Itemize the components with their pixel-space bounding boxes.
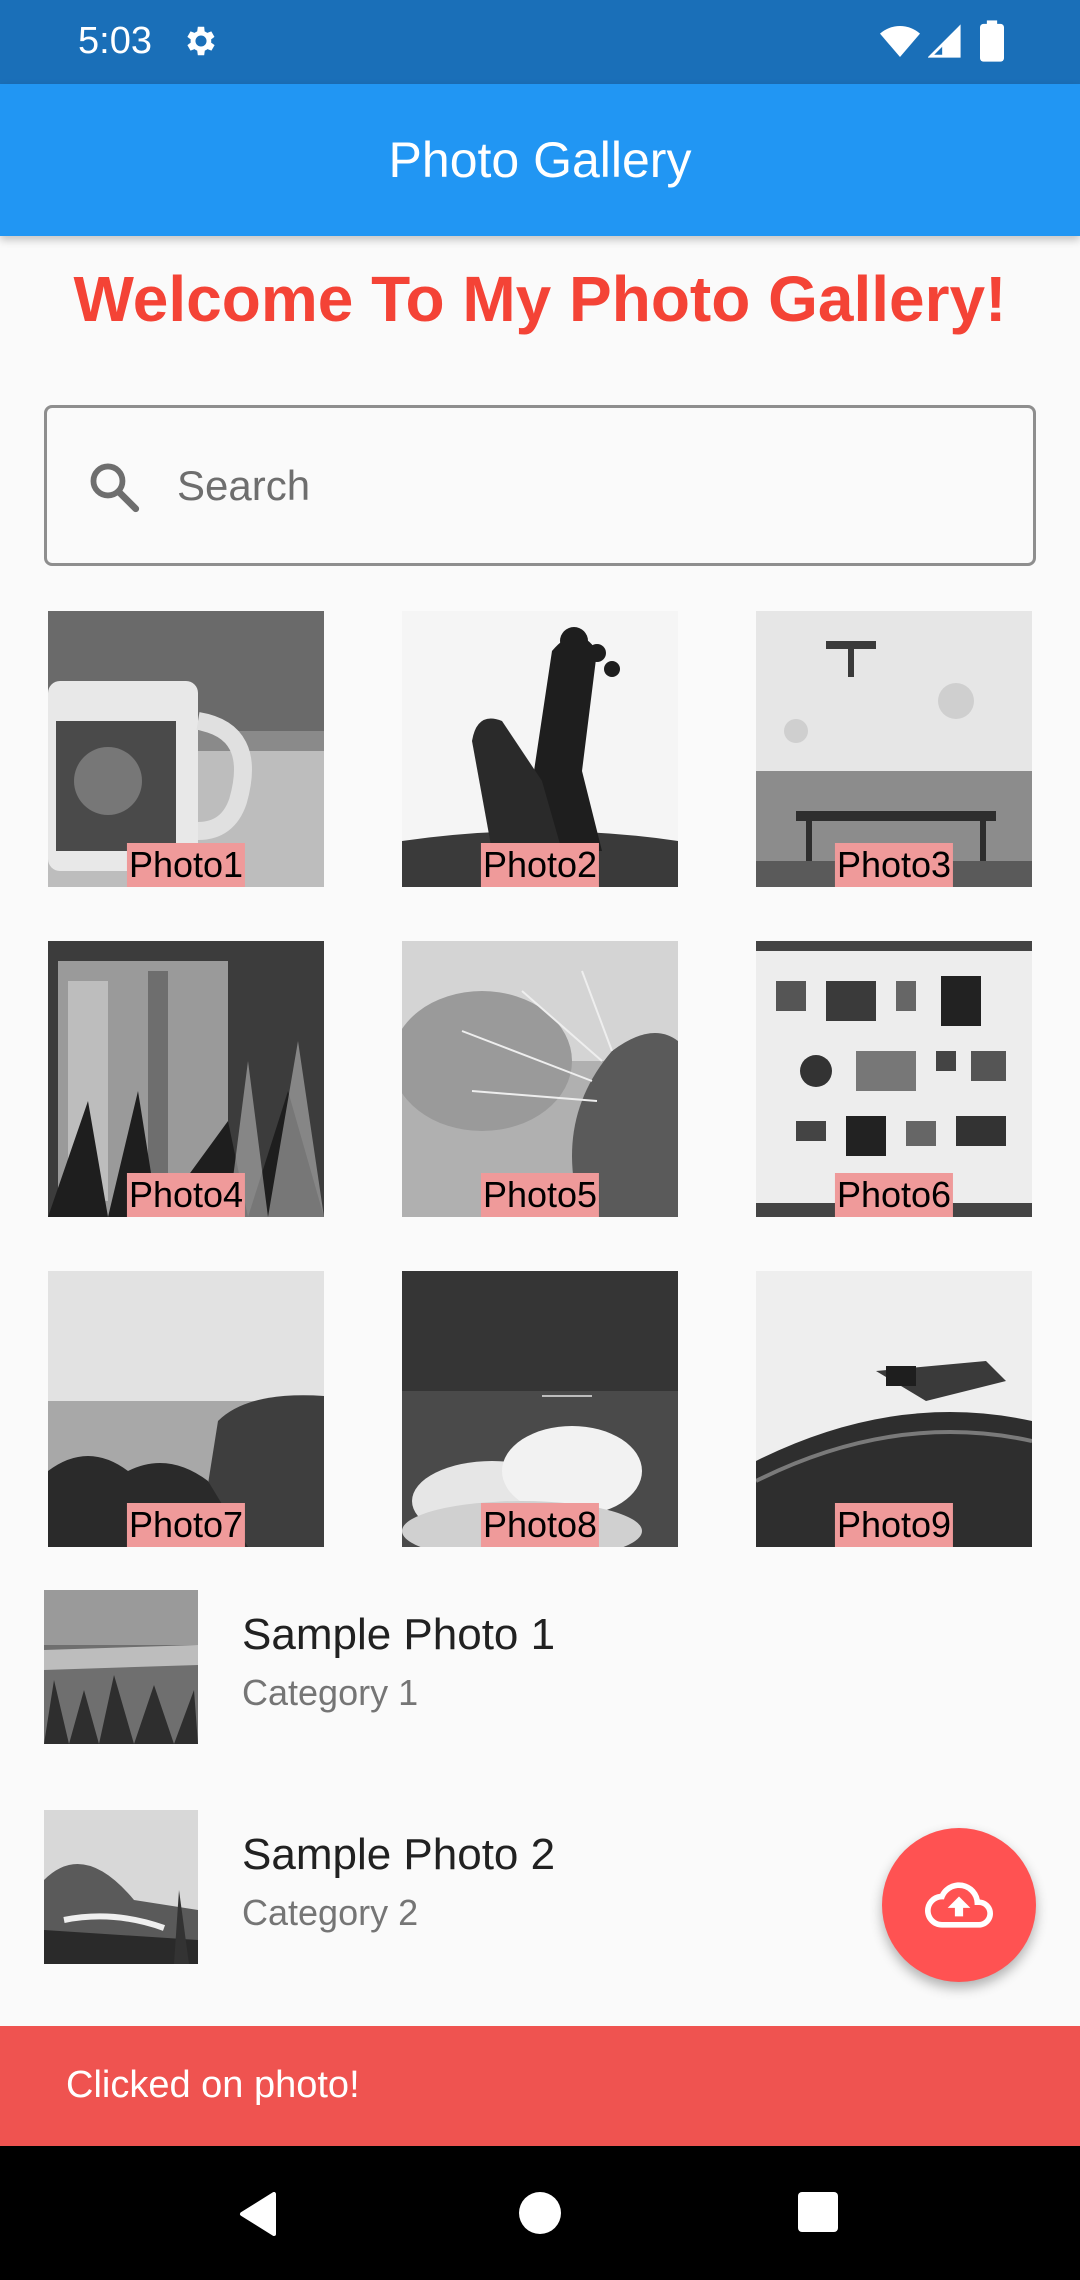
status-bar: 5:03 — [0, 0, 1080, 84]
list-item-subtitle: Category 2 — [242, 1892, 419, 1933]
screen: 5:03 Photo Gallery Welcome To My Photo G… — [0, 0, 1080, 2280]
photo-label: Photo7 — [126, 1503, 246, 1547]
photo-tile-9[interactable]: Photo9 — [756, 1271, 1032, 1547]
gear-icon — [187, 26, 215, 56]
list-item-title: Sample Photo 2 — [242, 1830, 556, 1879]
photo-label: Photo2 — [480, 843, 600, 887]
photo-label: Photo9 — [834, 1503, 954, 1547]
search-box[interactable] — [44, 405, 1036, 566]
photo-tile-4[interactable]: Photo4 — [48, 941, 324, 1217]
list-thumbnail — [44, 1590, 198, 1744]
photo-label: Photo1 — [126, 843, 246, 887]
photo-label: Photo3 — [834, 843, 954, 887]
status-time: 5:03 — [78, 20, 152, 62]
photo-tile-6[interactable]: Photo6 — [756, 941, 1032, 1217]
photo-tile-8[interactable]: Photo8 — [402, 1271, 678, 1547]
wifi-icon — [880, 26, 920, 57]
app-title: Photo Gallery — [388, 132, 692, 188]
list-item[interactable]: Sample Photo 1 Category 1 — [0, 1582, 1080, 1744]
photo-label: Photo4 — [126, 1173, 246, 1217]
welcome-heading: Welcome To My Photo Gallery! — [73, 263, 1007, 335]
upload-fab[interactable] — [882, 1828, 1036, 1982]
navigation-bar — [0, 2146, 1080, 2280]
photo-label: Photo6 — [834, 1173, 954, 1217]
list-item-title: Sample Photo 1 — [242, 1610, 556, 1659]
recents-icon[interactable] — [798, 2192, 838, 2232]
cloud-upload-icon — [925, 1882, 993, 1928]
photo-tile-1[interactable]: Photo1 — [48, 611, 324, 887]
snackbar: Clicked on photo! — [0, 2026, 1080, 2146]
back-icon[interactable] — [236, 2192, 280, 2236]
signal-icon — [928, 24, 961, 58]
photo-tile-5[interactable]: Photo5 — [402, 941, 678, 1217]
search-input[interactable] — [177, 444, 997, 528]
photo-label: Photo5 — [480, 1173, 600, 1217]
app-bar: Photo Gallery — [0, 84, 1080, 236]
search-icon — [90, 463, 140, 513]
photo-tile-7[interactable]: Photo7 — [48, 1271, 324, 1547]
battery-icon — [980, 20, 1004, 62]
home-icon[interactable] — [519, 2192, 561, 2234]
photo-tile-2[interactable]: Photo2 — [402, 611, 678, 887]
snackbar-text: Clicked on photo! — [66, 2064, 360, 2106]
list-item-subtitle: Category 1 — [242, 1672, 419, 1713]
list-thumbnail — [44, 1810, 198, 1964]
photo-label: Photo8 — [480, 1503, 600, 1547]
photo-tile-3[interactable]: Photo3 — [756, 611, 1032, 887]
